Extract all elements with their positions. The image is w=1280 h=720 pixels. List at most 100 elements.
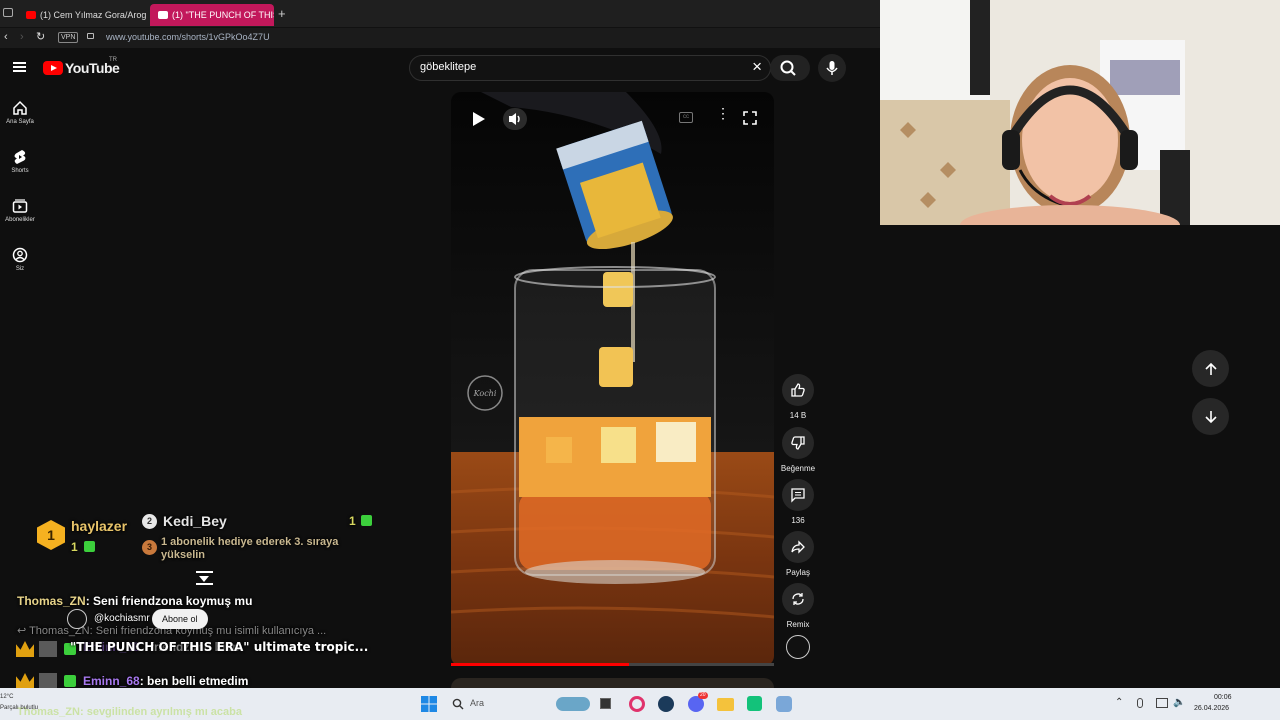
leaderboard-rank1-badge: 1 (37, 520, 65, 550)
browser-tab[interactable]: (1) Cem Yılmaz Gora/Arog (18, 4, 146, 26)
rank-number: 2 (146, 516, 152, 526)
chat-username: Thomas_ZN (17, 594, 86, 608)
comments-button[interactable]: 136 (782, 479, 814, 525)
captions-icon[interactable]: cc (679, 112, 693, 123)
leaderboard-rank3-text: 1 abonelik hediye ederek 3. sıraya yükse… (161, 536, 339, 561)
short-channel-avatar[interactable] (67, 609, 87, 629)
comment-count: 136 (791, 516, 805, 525)
shorts-icon (14, 150, 26, 164)
search-input[interactable]: göbeklitepe × (409, 55, 771, 81)
new-tab-button[interactable]: + (278, 7, 286, 21)
youtube-logo-icon (43, 61, 63, 75)
leaderboard-rank1-name: haylazer (71, 518, 128, 534)
weather-desc[interactable]: Parçalı bulutlu (0, 705, 38, 711)
webcam-overlay (880, 0, 1280, 225)
sidebar-item-label: Ana Sayfa (6, 119, 34, 125)
volume-tray-icon[interactable]: 🔈 (1173, 697, 1185, 708)
subscribe-button[interactable]: Abone ol (152, 609, 208, 629)
chat-badge-crown (16, 641, 34, 657)
webcam-feed (880, 0, 1280, 225)
comment-icon (791, 488, 805, 503)
task-view-icon[interactable] (600, 698, 611, 709)
sidebar-item-home[interactable]: Ana Sayfa (0, 100, 40, 125)
dislike-label: Beğenme (780, 464, 816, 473)
notification-badge: 20 (698, 692, 708, 699)
voice-search-button[interactable] (818, 54, 846, 82)
taskbar-search-placeholder: Ara (470, 698, 485, 708)
start-icon[interactable] (421, 696, 437, 712)
gift-icon (64, 675, 76, 687)
search-value: göbeklitepe (420, 61, 477, 73)
remix-label: Remix (786, 620, 810, 629)
widgets-icon[interactable] (556, 697, 590, 711)
reload-icon[interactable]: ↻ (36, 30, 45, 43)
forward-icon[interactable]: › (20, 31, 24, 43)
url-text[interactable]: www.youtube.com/shorts/1vGPkOo4Z7U (106, 32, 270, 42)
remix-button[interactable]: Remix (782, 583, 814, 629)
share-icon (791, 540, 805, 554)
tab-list-icon[interactable] (3, 8, 13, 17)
chat-badge-avatar (39, 673, 57, 689)
sidebar-item-label: Shorts (11, 168, 29, 174)
short-title[interactable]: "THE PUNCH OF THIS ERA" ultimate tropic.… (70, 640, 368, 654)
like-button[interactable]: 14 B (782, 374, 814, 420)
sidebar-item-shorts[interactable]: Shorts (0, 149, 40, 174)
windows-taskbar: Thomas_ZN: sevgilinden ayrılmış mı acaba… (0, 688, 1280, 720)
next-short-preview[interactable] (451, 678, 774, 688)
settings-app-icon[interactable] (776, 696, 792, 712)
tray-chevron-icon[interactable]: ⌃ (1115, 697, 1123, 708)
play-button[interactable] (467, 108, 489, 130)
address-bar: ‹ › ↻ VPN www.youtube.com/shorts/1vGPkOo… (0, 28, 880, 48)
menu-icon[interactable] (13, 62, 26, 72)
dislike-button[interactable]: Beğenme (781, 427, 815, 473)
video-frame: Kochi (451, 92, 774, 666)
back-icon[interactable]: ‹ (4, 31, 8, 43)
clock-time[interactable]: 00:06 (1214, 694, 1232, 701)
channel-avatar[interactable] (786, 635, 810, 659)
like-count: 14 B (789, 411, 807, 420)
file-explorer-icon[interactable] (717, 698, 734, 711)
remix-icon (792, 593, 804, 605)
app-icon[interactable] (747, 696, 762, 711)
browser-tab-bar: (1) Cem Yılmaz Gora/Arog (1) "THE PUNCH … (0, 0, 880, 28)
youtube-icon (26, 11, 36, 19)
chat-text: Seni friendzona koymuş mu (93, 594, 253, 608)
volume-button[interactable] (503, 108, 527, 130)
watermark-text: Kochi (473, 389, 497, 398)
weather-temp[interactable]: 12°C (0, 694, 13, 700)
share-button[interactable]: Paylaş (782, 531, 814, 577)
chat-message: Thomas_ZN: sevgilinden ayrılmış mı acaba (17, 706, 242, 718)
chat-filter-icon[interactable] (196, 571, 213, 585)
taskbar-search[interactable]: Ara (446, 694, 546, 714)
short-channel-name[interactable]: @kochiasmr (94, 613, 150, 624)
volume-icon (509, 113, 520, 125)
arrow-down-icon (1204, 410, 1217, 423)
steam-icon[interactable] (658, 696, 674, 712)
search-button[interactable] (770, 55, 810, 81)
leaderboard-rank2-count: 1 (349, 514, 356, 528)
next-short-button[interactable] (1192, 398, 1229, 435)
sidebar-item-you[interactable]: Siz (0, 247, 40, 272)
network-icon[interactable] (1156, 698, 1168, 708)
sidebar-item-subscriptions[interactable]: Abonelikler (0, 198, 40, 223)
more-options-icon[interactable]: ⋮ (716, 106, 730, 120)
fullscreen-icon[interactable] (743, 111, 757, 125)
sidebar-item-label: Abonelikler (5, 217, 35, 223)
home-icon (13, 100, 27, 115)
leaderboard-rank3-badge: 3 (142, 540, 157, 555)
microphone-tray-icon[interactable] (1137, 698, 1143, 708)
clock-date[interactable]: 26.04.2026 (1194, 705, 1229, 712)
shorts-video-player[interactable]: Kochi cc ⋮ (451, 92, 774, 666)
chat-badge-crown (16, 673, 34, 689)
clear-search-icon[interactable]: × (752, 57, 762, 77)
tab-title: (1) "THE PUNCH OF THIS E (172, 10, 274, 20)
leaderboard-rank1-count: 1 (71, 540, 78, 554)
gift-icon (361, 515, 372, 526)
video-progress-bar[interactable] (451, 663, 774, 666)
opera-icon[interactable] (629, 696, 645, 712)
reply-icon: ↩ (17, 625, 30, 637)
previous-short-button[interactable] (1192, 350, 1229, 387)
sidebar-item-label: Siz (15, 266, 25, 272)
browser-tab-active[interactable]: (1) "THE PUNCH OF THIS E (150, 4, 274, 26)
vpn-badge[interactable]: VPN (58, 32, 79, 43)
